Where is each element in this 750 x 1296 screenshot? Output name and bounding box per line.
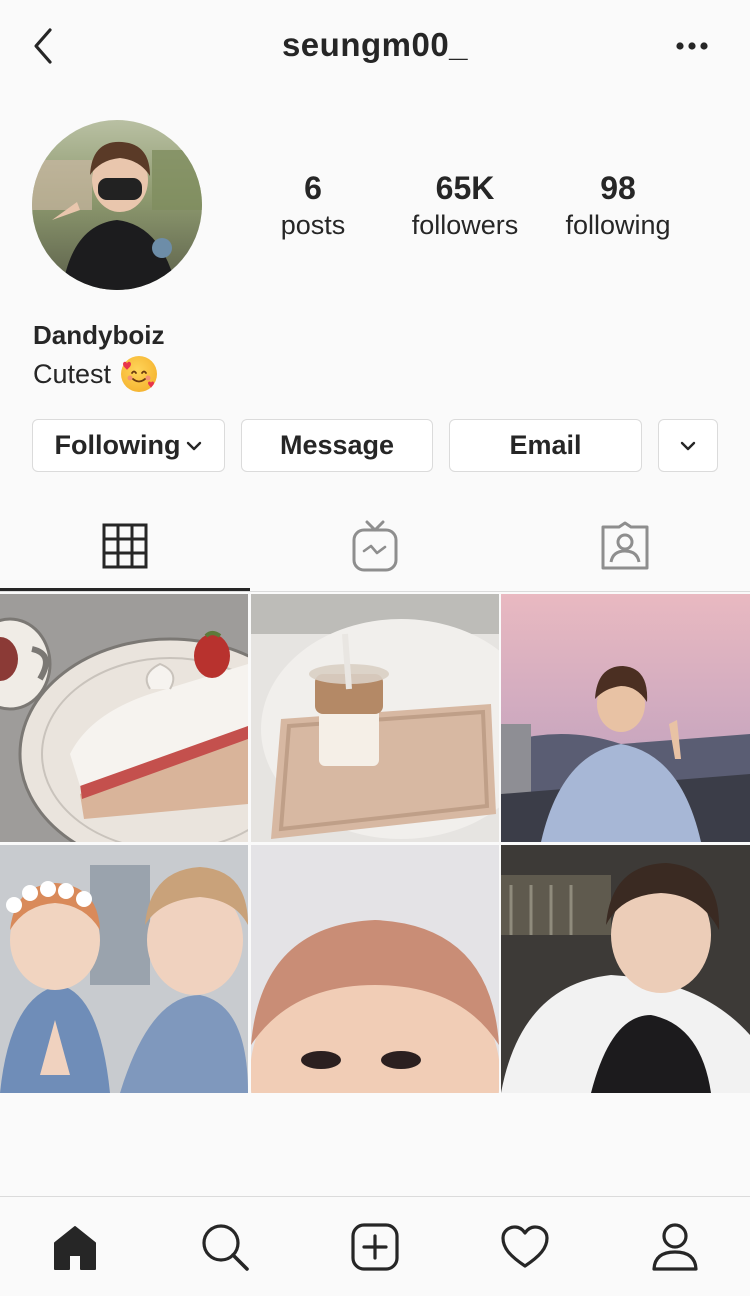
active-tab-indicator	[0, 588, 250, 591]
grid-icon	[102, 523, 148, 569]
nav-home[interactable]	[47, 1219, 103, 1275]
message-button-label: Message	[279, 430, 395, 460]
profile-bio: Cutest	[33, 356, 158, 392]
igtv-icon	[352, 520, 398, 572]
post-image-night	[501, 845, 750, 1093]
following-stat[interactable]: 98 following	[543, 168, 693, 242]
email-button-label: Email	[509, 430, 582, 460]
post-thumbnail[interactable]	[251, 594, 499, 842]
bio-text: Cutest	[33, 358, 112, 389]
post-thumbnail[interactable]	[0, 594, 248, 842]
tagged-icon	[601, 521, 649, 570]
more-options-button[interactable]	[672, 36, 716, 56]
followers-count: 65K	[435, 170, 495, 206]
smiling-face-with-hearts-icon	[121, 356, 158, 392]
nav-search[interactable]	[197, 1219, 253, 1275]
following-label: following	[565, 210, 671, 240]
home-icon	[54, 1226, 96, 1270]
followers-stat[interactable]: 65K followers	[390, 168, 540, 242]
followers-label: followers	[411, 210, 519, 240]
tab-tagged[interactable]	[500, 500, 750, 592]
post-thumbnail[interactable]	[501, 845, 750, 1093]
tab-igtv[interactable]	[250, 500, 500, 592]
avatar-photo	[32, 120, 202, 290]
post-image-sunset	[501, 594, 750, 842]
heart-icon	[501, 1225, 549, 1268]
search-icon	[202, 1224, 249, 1271]
add-post-icon	[351, 1223, 399, 1271]
message-button[interactable]: Message	[241, 419, 433, 472]
following-count: 98	[600, 170, 636, 206]
profile-avatar[interactable]	[32, 120, 202, 290]
suggestions-dropdown-button[interactable]	[658, 419, 718, 472]
profile-display-name: Dandyboiz	[33, 320, 165, 350]
nav-activity[interactable]	[497, 1219, 553, 1275]
post-thumbnail[interactable]	[251, 845, 499, 1093]
post-image-flower-crown	[0, 845, 248, 1093]
more-horizontal-icon	[676, 42, 708, 50]
nav-profile[interactable]	[647, 1219, 703, 1275]
post-image-closeup	[251, 845, 499, 1093]
following-button[interactable]: Following	[32, 419, 225, 472]
nav-new-post[interactable]	[347, 1219, 403, 1275]
profile-icon	[652, 1223, 698, 1271]
post-thumbnail[interactable]	[501, 594, 750, 842]
top-bar: seungm00_	[0, 0, 750, 96]
bottom-navigation	[0, 1196, 750, 1296]
post-image-coffee	[251, 594, 499, 842]
following-button-label: Following	[54, 430, 181, 460]
posts-count: 6	[304, 170, 322, 206]
chevron-down-icon	[680, 441, 696, 450]
post-thumbnail[interactable]	[0, 845, 248, 1093]
posts-label: posts	[280, 210, 346, 240]
posts-stat[interactable]: 6 posts	[238, 168, 388, 242]
chevron-down-icon	[187, 441, 202, 450]
profile-tabs	[0, 500, 750, 592]
profile-username: seungm00_	[281, 26, 469, 63]
tab-posts-grid[interactable]	[0, 500, 250, 592]
email-button[interactable]: Email	[449, 419, 642, 472]
post-image-cake	[0, 594, 248, 842]
